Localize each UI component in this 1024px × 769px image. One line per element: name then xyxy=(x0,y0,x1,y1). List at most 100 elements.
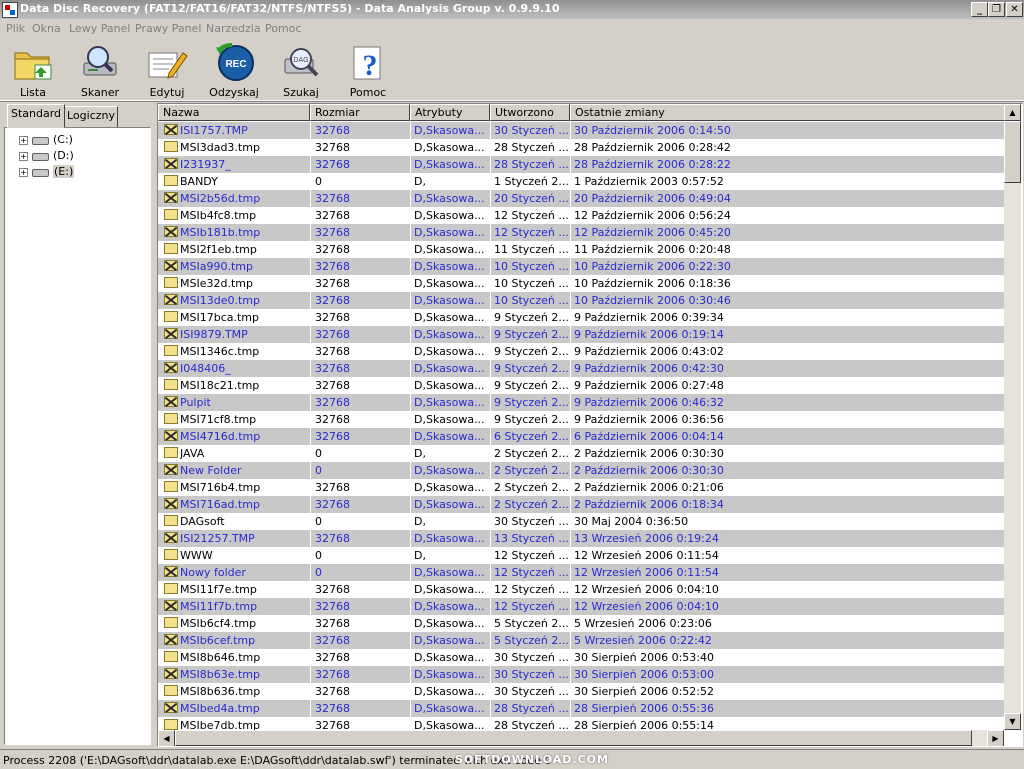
table-row[interactable]: MSI13de0.tmp 32768 D,Skasowa... 10 Styczeń … xyxy=(158,292,1004,309)
table-row[interactable]: MSI8b63e.tmp 32768 D,Skasowa... 30 Styczeń … xyxy=(158,666,1004,683)
table-row[interactable]: MSI8b636.tmp 32768 D,Skasowa... 30 Styczeń … xyxy=(158,683,1004,700)
minimize-button[interactable]: _ xyxy=(971,2,988,17)
scroll-left-icon[interactable]: ◀ xyxy=(158,730,175,746)
table-row[interactable]: MSI716ad.tmp 32768 D,Skasowa... 2 Styczeń 2… xyxy=(158,496,1004,513)
column-ostatnie-zmiany[interactable]: Ostatnie zmiany xyxy=(570,104,1008,121)
cell-attr: D,Skasowa... xyxy=(414,668,485,681)
table-row[interactable]: MSI4716d.tmp 32768 D,Skasowa... 6 Styczeń 2… xyxy=(158,428,1004,445)
folder-icon xyxy=(164,175,178,186)
cell-created: 12 Styczeń ... xyxy=(494,583,568,596)
edit-pencil-icon xyxy=(148,52,188,79)
cell-attr: D,Skasowa... xyxy=(414,498,485,511)
column-separator xyxy=(490,683,491,700)
cell-created: 12 Styczeń ... xyxy=(494,549,568,562)
menu-plik[interactable]: Plik xyxy=(6,22,25,35)
table-row[interactable]: MSI2f1eb.tmp 32768 D,Skasowa... 11 Styczeń … xyxy=(158,241,1004,258)
expand-icon[interactable]: + xyxy=(19,136,28,145)
table-row[interactable]: Pulpit 32768 D,Skasowa... 9 Styczeń 2... 9 P… xyxy=(158,394,1004,411)
app-icon[interactable] xyxy=(2,2,18,18)
table-row[interactable]: MSI1346c.tmp 32768 D,Skasowa... 9 Styczeń 2… xyxy=(158,343,1004,360)
scroll-thumb[interactable] xyxy=(1004,121,1021,183)
folder-icon xyxy=(164,277,178,288)
column-separator xyxy=(490,479,491,496)
table-row[interactable]: JAVA 0 D, 2 Styczeń 2... 2 Październik 2006 … xyxy=(158,445,1004,462)
table-row[interactable]: MSIbed4a.tmp 32768 D,Skasowa... 28 Styczeń … xyxy=(158,700,1004,717)
column-separator xyxy=(570,156,571,173)
column-utworzono[interactable]: Utworzono xyxy=(490,104,570,121)
table-row[interactable]: WWW 0 D, 12 Styczeń ... 12 Wrzesień 2006 0:1… xyxy=(158,547,1004,564)
scroll-up-icon[interactable]: ▲ xyxy=(1004,104,1021,121)
column-separator xyxy=(490,615,491,632)
table-row[interactable]: MSI2b56d.tmp 32768 D,Skasowa... 20 Styczeń … xyxy=(158,190,1004,207)
menu-okna[interactable]: Okna xyxy=(32,22,61,35)
cell-size: 32768 xyxy=(315,379,350,392)
skaner-button[interactable]: Skaner xyxy=(67,41,133,99)
column-separator xyxy=(490,343,491,360)
table-row[interactable]: I231937_ 32768 D,Skasowa... 28 Styczeń ... 2… xyxy=(158,156,1004,173)
table-row[interactable]: MSI716b4.tmp 32768 D,Skasowa... 2 Styczeń 2… xyxy=(158,479,1004,496)
pomoc-button[interactable]: ? Pomoc xyxy=(335,41,401,99)
lista-button[interactable]: Lista xyxy=(0,41,66,99)
deleted-folder-icon xyxy=(164,532,178,543)
table-row[interactable]: MSIa990.tmp 32768 D,Skasowa... 10 Styczeń .… xyxy=(158,258,1004,275)
tab-logiczny[interactable]: Logiczny xyxy=(64,106,118,128)
edytuj-button[interactable]: Edytuj xyxy=(134,41,200,99)
column-separator xyxy=(570,598,571,615)
table-row[interactable]: Nowy folder 0 D,Skasowa... 12 Styczeń ... 12… xyxy=(158,564,1004,581)
column-rozmiar[interactable]: Rozmiar xyxy=(310,104,410,121)
tab-standard[interactable]: Standard xyxy=(7,104,65,128)
table-row[interactable]: MSIb6cef.tmp 32768 D,Skasowa... 5 Styczeń 2… xyxy=(158,632,1004,649)
scroll-right-icon[interactable]: ▶ xyxy=(987,730,1004,746)
table-row[interactable]: MSIbe7db.tmp 32768 D,Skasowa... 28 Styczeń … xyxy=(158,717,1004,730)
close-button[interactable]: ✕ xyxy=(1006,2,1023,17)
menu-prawy-panel[interactable]: Prawy Panel xyxy=(135,22,201,35)
scroll-down-icon[interactable]: ▼ xyxy=(1004,713,1021,730)
table-row[interactable]: MSI18c21.tmp 32768 D,Skasowa... 9 Styczeń 2… xyxy=(158,377,1004,394)
table-row[interactable]: MSIb4fc8.tmp 32768 D,Skasowa... 12 Styczeń … xyxy=(158,207,1004,224)
cell-created: 10 Styczeń ... xyxy=(494,277,568,290)
table-row[interactable]: MSI8b646.tmp 32768 D,Skasowa... 30 Styczeń … xyxy=(158,649,1004,666)
expand-icon[interactable]: + xyxy=(19,152,28,161)
deleted-folder-icon xyxy=(164,260,178,271)
scroll-thumb-horizontal[interactable] xyxy=(175,730,972,746)
table-row[interactable]: MSI3dad3.tmp 32768 D,Skasowa... 28 Styczeń … xyxy=(158,139,1004,156)
column-separator xyxy=(410,326,411,343)
column-separator xyxy=(310,309,311,326)
table-row[interactable]: MSI11f7b.tmp 32768 D,Skasowa... 12 Styczeń … xyxy=(158,598,1004,615)
column-separator xyxy=(490,326,491,343)
table-row[interactable]: MSIb181b.tmp 32768 D,Skasowa... 12 Styczeń … xyxy=(158,224,1004,241)
table-row[interactable]: ISI1757.TMP 32768 D,Skasowa... 30 Styczeń .… xyxy=(158,122,1004,139)
table-row[interactable]: ISI21257.TMP 32768 D,Skasowa... 13 Styczeń … xyxy=(158,530,1004,547)
deleted-folder-icon xyxy=(164,362,178,373)
menu-pomoc[interactable]: Pomoc xyxy=(265,22,301,35)
table-row[interactable]: MSI71cf8.tmp 32768 D,Skasowa... 9 Styczeń 2… xyxy=(158,411,1004,428)
table-row[interactable]: MSI17bca.tmp 32768 D,Skasowa... 9 Styczeń 2… xyxy=(158,309,1004,326)
table-row[interactable]: MSI11f7e.tmp 32768 D,Skasowa... 12 Styczeń … xyxy=(158,581,1004,598)
column-nazwa[interactable]: Nazwa xyxy=(158,104,310,121)
column-separator xyxy=(410,462,411,479)
column-separator xyxy=(490,241,491,258)
szukaj-button[interactable]: DAG Szukaj xyxy=(268,41,334,99)
table-row[interactable]: MSIb6cf4.tmp 32768 D,Skasowa... 5 Styczeń 2… xyxy=(158,615,1004,632)
vertical-scrollbar[interactable]: ▲ ▼ xyxy=(1004,104,1021,730)
cell-created: 6 Styczeń 2... xyxy=(494,430,568,443)
column-atrybuty[interactable]: Atrybuty xyxy=(410,104,490,121)
cell-modified: 28 Sierpień 2006 0:55:14 xyxy=(574,719,714,730)
horizontal-scrollbar[interactable]: ◀ ▶ xyxy=(158,730,1004,746)
menu-narzedzia[interactable]: Narzedzia xyxy=(206,22,261,35)
table-row[interactable]: MSIe32d.tmp 32768 D,Skasowa... 10 Styczeń .… xyxy=(158,275,1004,292)
cell-name: MSIe32d.tmp xyxy=(180,277,253,290)
menu-lewy-panel[interactable]: Lewy Panel xyxy=(69,22,130,35)
cell-created: 30 Styczeń ... xyxy=(494,515,568,528)
table-row[interactable]: DAGsoft 0 D, 30 Styczeń ... 30 Maj 2004 0:36… xyxy=(158,513,1004,530)
table-row[interactable]: I048406_ 32768 D,Skasowa... 9 Styczeń 2... 9… xyxy=(158,360,1004,377)
odzyskaj-button[interactable]: REC Odzyskaj xyxy=(201,41,267,99)
cell-attr: D,Skasowa... xyxy=(414,141,485,154)
expand-icon[interactable]: + xyxy=(19,168,28,177)
table-row[interactable]: BANDY 0 D, 1 Styczeń 2... 1 Październik 2003… xyxy=(158,173,1004,190)
table-row[interactable]: New Folder 0 D,Skasowa... 2 Styczeń 2... 2 P… xyxy=(158,462,1004,479)
table-row[interactable]: ISI9879.TMP 32768 D,Skasowa... 9 Styczeń 2.… xyxy=(158,326,1004,343)
column-separator xyxy=(570,139,571,156)
maximize-button[interactable]: ❐ xyxy=(988,2,1005,17)
cell-name: MSI3dad3.tmp xyxy=(180,141,260,154)
